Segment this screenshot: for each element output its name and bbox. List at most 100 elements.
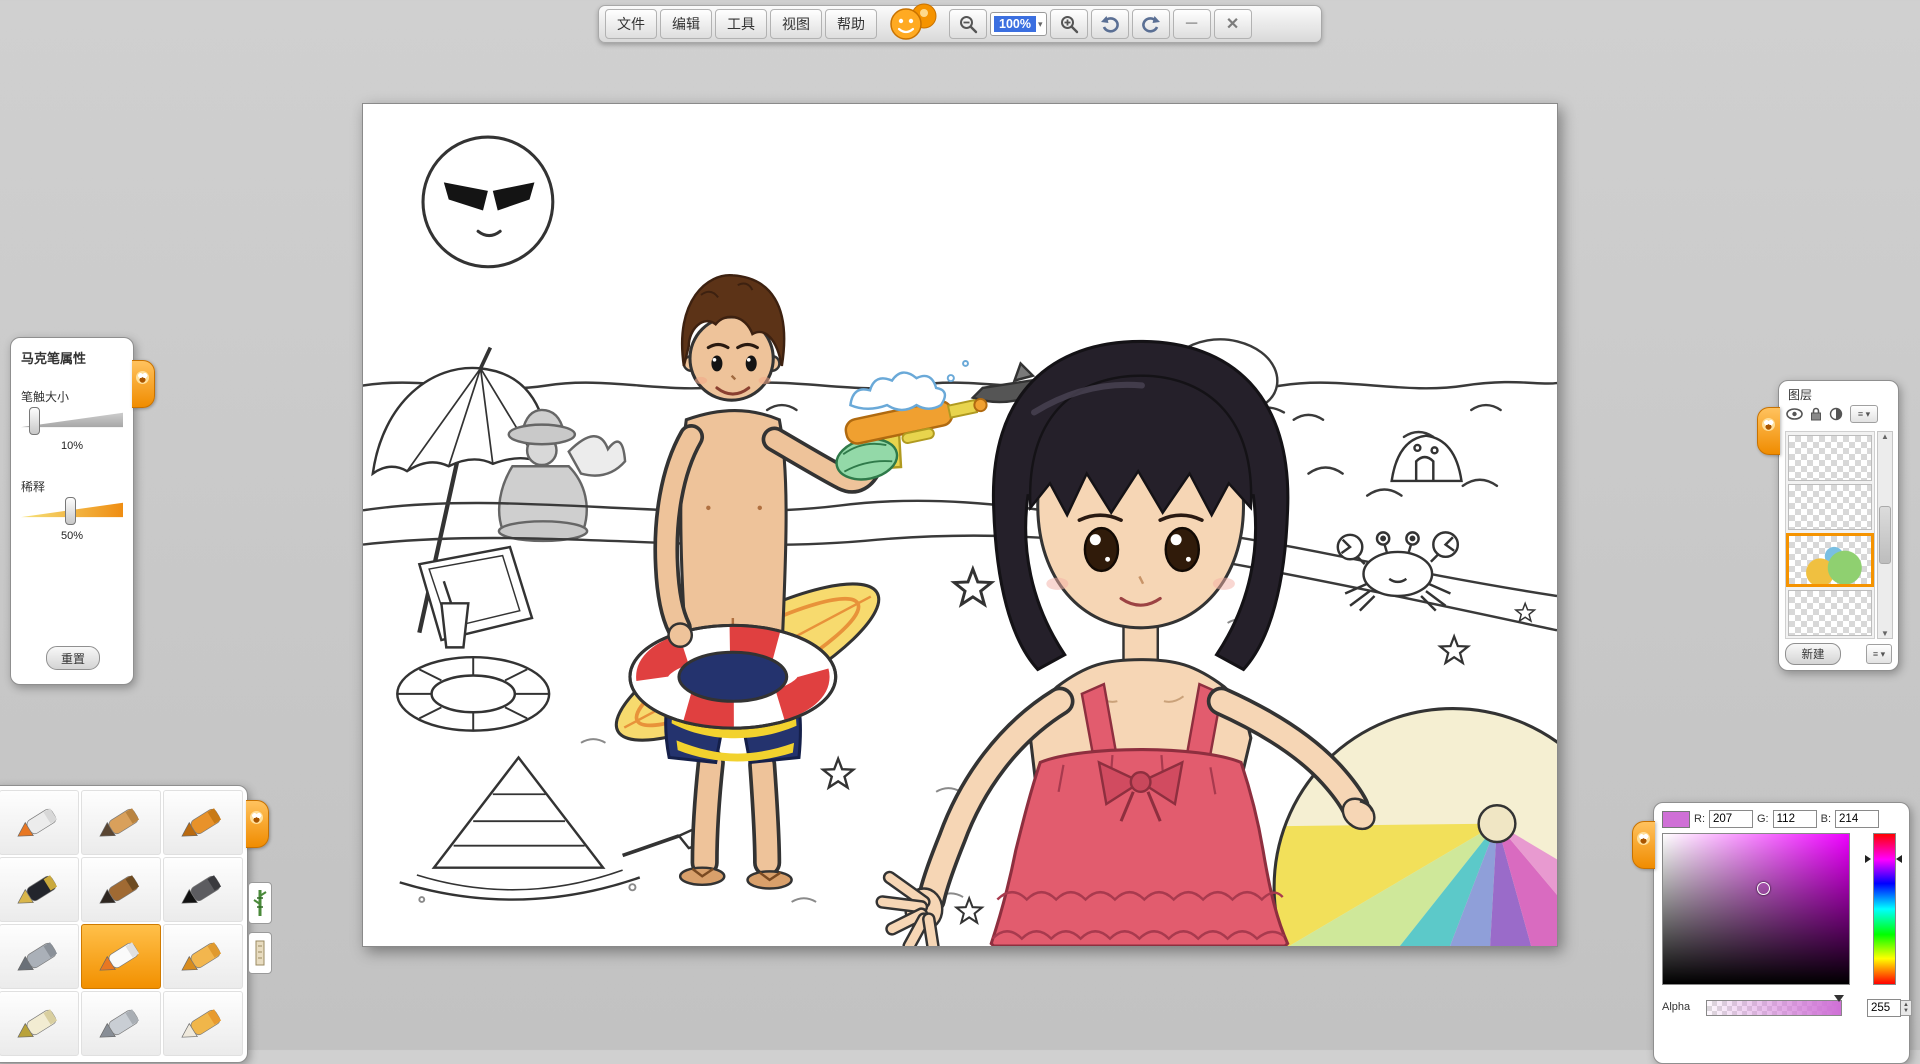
b-input[interactable] (1835, 810, 1879, 828)
panel-drag-handle[interactable] (132, 360, 155, 408)
layer-options-button[interactable]: ≡ ▾ (1866, 644, 1892, 664)
current-color-swatch[interactable] (1662, 811, 1690, 828)
alpha-slider-thumb[interactable] (1834, 995, 1844, 1002)
brush-category-scroll-button[interactable] (248, 932, 272, 974)
layer-item-2[interactable] (1788, 484, 1872, 530)
alpha-input[interactable] (1867, 999, 1901, 1017)
boy-figure[interactable] (598, 275, 996, 888)
scroll-down-icon[interactable]: ▼ (1881, 629, 1889, 638)
color-cursor[interactable] (1757, 882, 1770, 895)
menu-edit[interactable]: 编辑 (660, 9, 712, 39)
undo-icon (1099, 14, 1121, 34)
zoom-in-button[interactable] (1050, 9, 1088, 39)
brush-fountain-pen[interactable] (0, 857, 79, 922)
brush-marker-selected[interactable] (81, 924, 161, 989)
brush-size-value: 10% (11, 440, 133, 452)
bamboo-icon (253, 888, 267, 918)
reset-button[interactable]: 重置 (46, 646, 100, 670)
zoom-out-icon (958, 14, 978, 34)
brush-spray-gun[interactable] (0, 924, 79, 989)
zoom-value[interactable]: 100% (994, 16, 1036, 32)
life-ring-outline[interactable] (397, 657, 549, 730)
r-input[interactable] (1709, 810, 1753, 828)
main-toolbar: 文件 编辑 工具 视图 帮助 100% ▾ (598, 5, 1322, 43)
g-label: G: (1757, 813, 1769, 825)
drawing-canvas[interactable] (362, 103, 1558, 947)
brush-paint-brush[interactable] (81, 857, 161, 922)
alpha-spinner[interactable]: ▲▼ (1901, 1000, 1912, 1016)
undo-button[interactable] (1091, 9, 1129, 39)
layers-title: 图层 (1779, 381, 1898, 403)
dilution-label: 稀释 (21, 478, 45, 495)
alpha-label: Alpha (1662, 1001, 1690, 1013)
r-label: R: (1694, 813, 1705, 825)
layer-list (1785, 431, 1875, 639)
panel-drag-handle[interactable] (246, 800, 269, 848)
layer-item-4[interactable] (1788, 590, 1872, 636)
swim-ring[interactable] (630, 625, 836, 728)
lock-icon[interactable] (1810, 407, 1822, 421)
brush-ink-brush[interactable] (163, 857, 243, 922)
sitting-figure[interactable] (499, 410, 625, 541)
brush-grid (0, 786, 247, 1060)
g-input[interactable] (1773, 810, 1817, 828)
beach-drawing[interactable] (363, 104, 1557, 946)
color-panel: R: G: B: Alpha ▲▼ (1653, 802, 1910, 1064)
new-layer-button[interactable]: 新建 (1785, 643, 1841, 665)
menu-help[interactable]: 帮助 (825, 9, 877, 39)
hue-marker-left[interactable] (1865, 855, 1871, 863)
layers-panel: 图层 ≡ ▾ ▲ ▼ 新建 ≡ ▾ (1778, 380, 1899, 671)
brush-paint-tube[interactable] (0, 991, 79, 1056)
redo-icon (1140, 14, 1162, 34)
close-icon: ✕ (1226, 14, 1239, 34)
brush-panel (0, 785, 248, 1063)
brush-marker[interactable] (163, 790, 243, 855)
crab[interactable] (1338, 532, 1458, 610)
zoom-in-icon (1059, 14, 1079, 34)
brush-airbrush[interactable] (0, 790, 79, 855)
zoom-dropdown-caret[interactable]: ▾ (1038, 19, 1043, 30)
panel-drag-handle[interactable] (1757, 407, 1780, 455)
brush-palette-knife[interactable] (81, 991, 161, 1056)
brush-category-bamboo-button[interactable] (248, 882, 272, 924)
layer-item-1[interactable] (1788, 435, 1872, 481)
layer-menu-icon[interactable]: ≡ ▾ (1850, 405, 1878, 423)
brush-eraser[interactable] (163, 991, 243, 1056)
zoom-out-button[interactable] (949, 9, 987, 39)
marker-properties-panel: 马克笔属性 笔触大小 10% 稀释 50% 重置 (10, 337, 134, 685)
brush-roller[interactable] (163, 924, 243, 989)
dilution-thumb[interactable] (65, 497, 76, 525)
brush-size-label: 笔触大小 (21, 388, 69, 405)
panel-title: 马克笔属性 (11, 338, 133, 367)
dilution-value: 50% (11, 530, 133, 542)
brush-size-slider[interactable] (21, 408, 123, 434)
layer-scrollbar[interactable]: ▲ ▼ (1877, 431, 1893, 639)
menu-file[interactable]: 文件 (605, 9, 657, 39)
panel-drag-handle[interactable] (1632, 821, 1655, 869)
hue-bar[interactable] (1873, 833, 1896, 985)
minimize-icon: ─ (1186, 15, 1197, 33)
sand-sculpture[interactable] (1392, 436, 1462, 481)
layer-item-3-selected[interactable] (1786, 533, 1874, 587)
sand-pyramid[interactable] (400, 758, 640, 900)
brush-pencil[interactable] (81, 790, 161, 855)
blend-contrast-icon[interactable] (1829, 407, 1843, 421)
mascot-icon[interactable] (886, 0, 944, 46)
scroll-up-icon[interactable]: ▲ (1881, 432, 1889, 441)
beach-mat[interactable] (419, 547, 532, 640)
menu-tools[interactable]: 工具 (715, 9, 767, 39)
visibility-eye-icon[interactable] (1786, 408, 1803, 420)
brush-size-thumb[interactable] (29, 407, 40, 435)
scroll-thumb[interactable] (1879, 506, 1891, 564)
alpha-slider[interactable] (1706, 1000, 1842, 1016)
minimize-button[interactable]: ─ (1173, 9, 1211, 39)
menu-view[interactable]: 视图 (770, 9, 822, 39)
scroll-icon (253, 938, 267, 968)
saturation-value-picker[interactable] (1662, 833, 1850, 985)
redo-button[interactable] (1132, 9, 1170, 39)
close-button[interactable]: ✕ (1214, 9, 1252, 39)
hue-marker-right[interactable] (1896, 855, 1902, 863)
sun[interactable] (423, 137, 553, 267)
zoom-level-box[interactable]: 100% ▾ (990, 12, 1047, 36)
dilution-slider[interactable] (21, 498, 123, 524)
